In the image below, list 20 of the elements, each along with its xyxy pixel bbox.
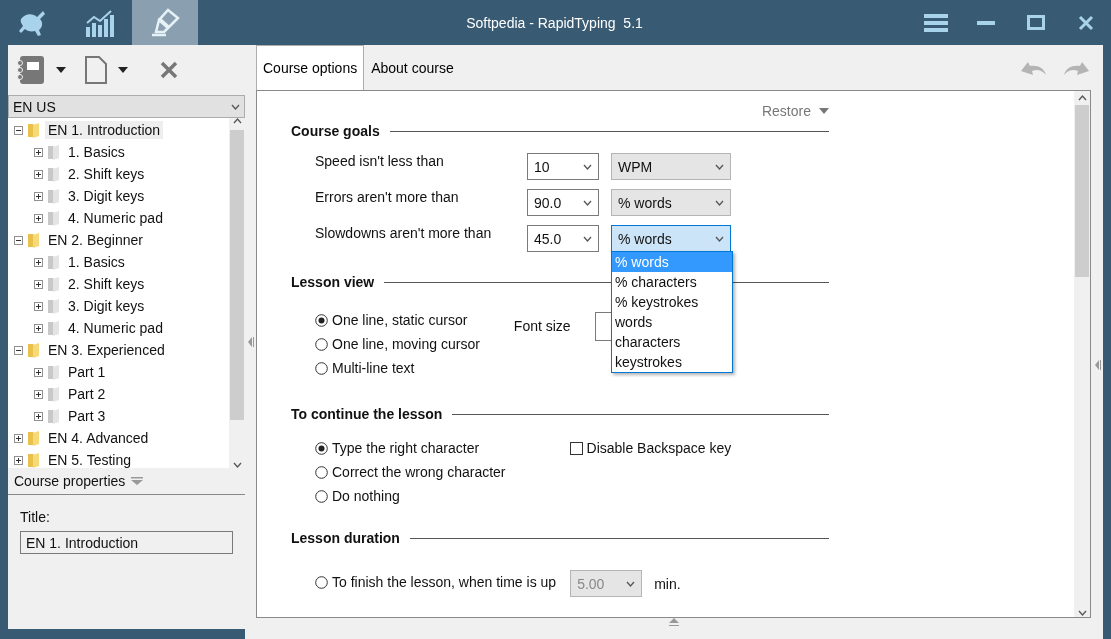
field-label: Slowdowns aren't more than — [315, 225, 493, 241]
section-title: Course goals — [291, 123, 380, 139]
radio-label: Type the right character — [332, 440, 480, 456]
section-title: Lesson duration — [291, 530, 400, 546]
radio-label: One line, moving cursor — [332, 336, 480, 352]
field-label: Speed isn't less than — [315, 153, 445, 169]
field-label: Font size — [513, 318, 571, 334]
radio-label: One line, static cursor — [332, 312, 468, 328]
checkbox-label: Disable Backspace key — [586, 440, 732, 456]
section-title: Lesson view — [291, 274, 375, 290]
radio-label: Correct the wrong character — [332, 464, 506, 480]
window-title: Softpedia - RapidTyping 5.1 — [465, 13, 644, 33]
panel-header: Course properties — [14, 473, 126, 489]
radio-label: Multi-line text — [332, 360, 415, 376]
field-label: Errors aren't more than — [315, 189, 460, 205]
unit-label: min. — [654, 575, 681, 592]
field-label: Title: — [20, 509, 51, 525]
radio-label: Do nothing — [332, 488, 400, 504]
section-title: To continue the lesson — [291, 406, 443, 422]
radio-label: To finish the lesson, when time is up — [332, 574, 557, 590]
